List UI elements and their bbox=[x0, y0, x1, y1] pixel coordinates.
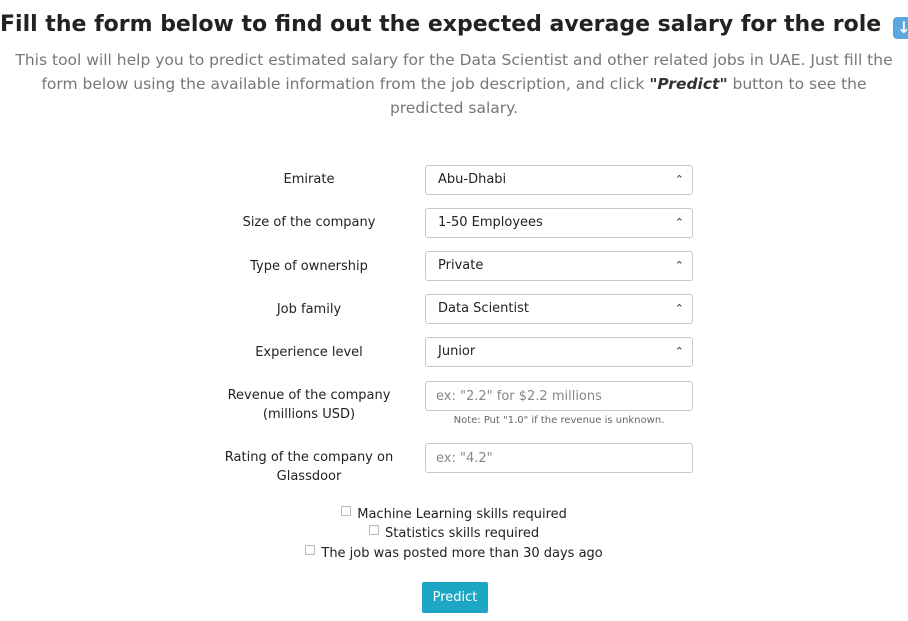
emirate-select-value: Abu-Dhabi bbox=[438, 172, 507, 187]
checkbox-row-stats-skills[interactable]: Statistics skills required bbox=[0, 524, 908, 543]
chevron-down-icon: ⌃ bbox=[674, 216, 684, 229]
page-title: Fill the form below to find out the expe… bbox=[0, 12, 908, 39]
chevron-down-icon: ⌃ bbox=[674, 302, 684, 315]
stats-skills-label: Statistics skills required bbox=[385, 526, 540, 541]
job-family-select-value: Data Scientist bbox=[438, 301, 529, 316]
intro-predict-emphasis: "Predict" bbox=[649, 75, 728, 93]
revenue-label-line2: (millions USD) bbox=[262, 407, 356, 422]
page-title-text: Fill the form below to find out the expe… bbox=[0, 12, 882, 37]
chevron-down-icon: ⌃ bbox=[674, 173, 684, 186]
emirate-label: Emirate bbox=[283, 172, 335, 187]
experience-label: Experience level bbox=[255, 345, 363, 360]
ownership-select-value: Private bbox=[438, 258, 484, 273]
rating-input[interactable] bbox=[425, 443, 693, 473]
revenue-input[interactable] bbox=[425, 381, 693, 411]
ownership-select[interactable]: Private ⌃ bbox=[425, 251, 693, 281]
company-size-label: Size of the company bbox=[242, 215, 376, 230]
intro-paragraph: This tool will help you to predict estim… bbox=[10, 48, 898, 120]
experience-select-value: Junior bbox=[438, 344, 476, 359]
down-arrow-icon: ↓ bbox=[892, 17, 908, 39]
chevron-down-icon: ⌃ bbox=[674, 345, 684, 358]
checkbox-row-ml-skills[interactable]: Machine Learning skills required bbox=[0, 505, 908, 524]
ml-skills-checkbox[interactable] bbox=[341, 506, 352, 516]
company-size-select[interactable]: 1-50 Employees ⌃ bbox=[425, 208, 693, 238]
revenue-label-line1: Revenue of the company bbox=[227, 388, 391, 403]
experience-select[interactable]: Junior ⌃ bbox=[425, 337, 693, 367]
predict-button[interactable]: Predict bbox=[422, 582, 488, 613]
stats-skills-checkbox[interactable] bbox=[368, 525, 379, 535]
rating-label-line1: Rating of the company on bbox=[224, 450, 394, 465]
rating-label: Rating of the company on Glassdoor bbox=[218, 448, 400, 486]
revenue-note: Note: Put "1.0" if the revenue is unknow… bbox=[453, 415, 665, 426]
emirate-select[interactable]: Abu-Dhabi ⌃ bbox=[425, 165, 693, 195]
rating-label-line2: Glassdoor bbox=[276, 469, 342, 484]
posted-30-days-label: The job was posted more than 30 days ago bbox=[321, 546, 603, 561]
checkbox-row-posted-30-days[interactable]: The job was posted more than 30 days ago bbox=[0, 544, 908, 563]
ownership-label: Type of ownership bbox=[250, 259, 368, 274]
chevron-down-icon: ⌃ bbox=[674, 259, 684, 272]
job-family-select[interactable]: Data Scientist ⌃ bbox=[425, 294, 693, 324]
job-family-label: Job family bbox=[276, 302, 342, 317]
revenue-label: Revenue of the company (millions USD) bbox=[218, 386, 400, 424]
posted-30-days-checkbox[interactable] bbox=[305, 545, 316, 555]
ml-skills-label: Machine Learning skills required bbox=[357, 507, 567, 522]
company-size-select-value: 1-50 Employees bbox=[438, 215, 543, 230]
